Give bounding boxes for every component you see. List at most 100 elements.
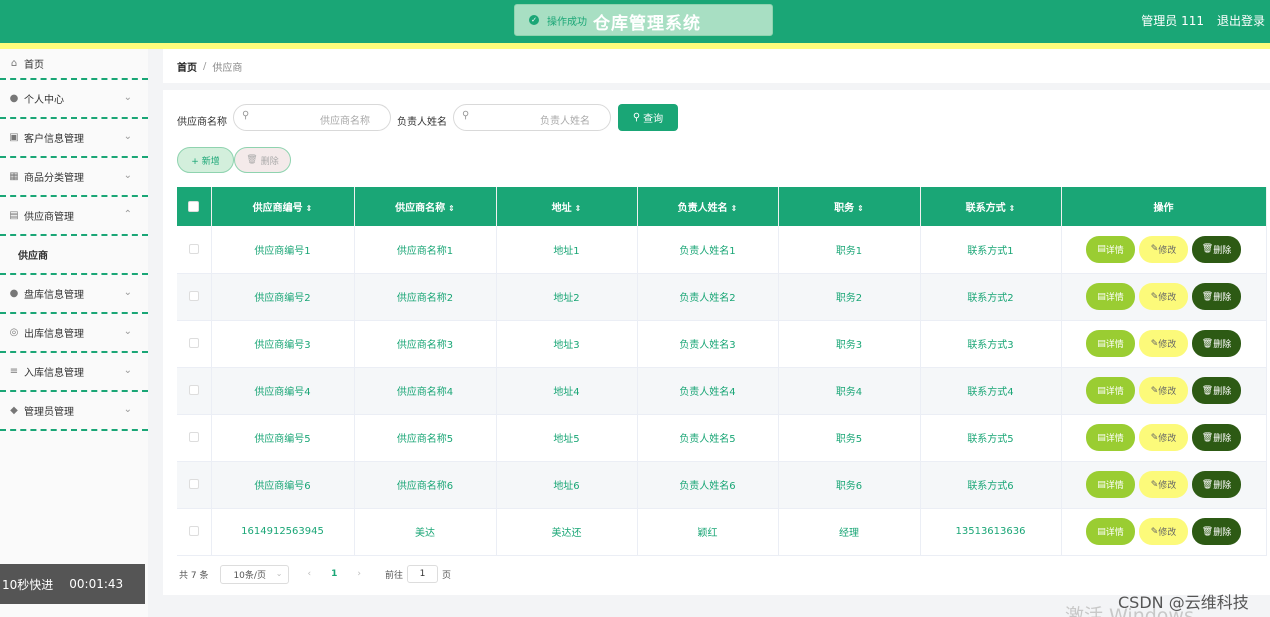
- row-checkbox[interactable]: [188, 432, 199, 442]
- row-checkbox[interactable]: [188, 243, 199, 254]
- detail-button[interactable]: ▤ 详情: [1086, 518, 1135, 545]
- search-icon: ⚲: [462, 110, 470, 121]
- edit-button[interactable]: ✎ 修改: [1139, 330, 1188, 357]
- sort-icon[interactable]: ⇕: [731, 204, 738, 213]
- cell-id: 供应商编号3: [211, 320, 355, 368]
- sort-icon[interactable]: ⇕: [575, 204, 582, 213]
- edit-button[interactable]: ✎ 修改: [1139, 471, 1188, 498]
- detail-button[interactable]: ▤ 详情: [1086, 283, 1135, 310]
- sidebar-subitem-supplier[interactable]: 供应商: [0, 236, 148, 275]
- supplier-name-placeholder: 供应商名称: [320, 116, 370, 127]
- edit-button[interactable]: ✎ 修改: [1139, 518, 1188, 545]
- chevron-down-icon: ⌄: [123, 170, 132, 181]
- cell-id: 供应商编号2: [211, 273, 355, 321]
- delete-button[interactable]: 🗑 删除: [1192, 235, 1241, 263]
- page-number[interactable]: 1: [331, 569, 337, 579]
- row-checkbox[interactable]: [188, 526, 199, 536]
- sidebar-item-customers[interactable]: ▣ 客户信息管理 ⌄: [0, 119, 148, 158]
- detail-button[interactable]: ▤ 详情: [1086, 424, 1135, 451]
- cell-id: 供应商编号4: [211, 367, 355, 415]
- delete-button[interactable]: 🗑 删除: [1192, 377, 1241, 404]
- sidebar-item-label: 盘库信息管理: [24, 290, 84, 301]
- row-checkbox[interactable]: [188, 479, 199, 489]
- person-name-input[interactable]: ⚲ 负责人姓名: [453, 104, 611, 131]
- sidebar-item-supplier-management[interactable]: ▤ 供应商管理 ⌃: [0, 197, 148, 236]
- select-all-header[interactable]: [177, 187, 212, 226]
- cell-name: 供应商名称6: [354, 461, 497, 509]
- delete-button[interactable]: 🗑 删除: [1192, 424, 1241, 451]
- select-all-checkbox[interactable]: [188, 200, 200, 212]
- total-count: 共 7 条: [179, 570, 209, 581]
- sort-icon[interactable]: ⇕: [1009, 204, 1016, 213]
- add-button[interactable]: + 新增: [177, 147, 234, 173]
- chevron-down-icon: ⌄: [123, 287, 132, 298]
- table-row: 供应商编号6 供应商名称6 地址6 负责人姓名6 职务6 联系方式6 ▤ 详情 ✎…: [177, 461, 1267, 509]
- detail-button[interactable]: ▤ 详情: [1086, 235, 1135, 263]
- cell-address: 地址4: [496, 367, 638, 415]
- column-header[interactable]: 供应商名称 ⇕: [354, 187, 497, 226]
- edit-button[interactable]: ✎ 修改: [1139, 424, 1188, 451]
- playback-time: 00:01:43: [69, 577, 124, 591]
- batch-delete-button[interactable]: 🗑 删除: [234, 147, 291, 173]
- delete-button[interactable]: 🗑 删除: [1192, 471, 1241, 498]
- sidebar-item-inbound[interactable]: ≡ 入库信息管理 ⌄: [0, 353, 148, 392]
- home-icon: ⌂: [10, 58, 18, 69]
- cell-contact: 联系方式1: [920, 226, 1062, 274]
- chevron-down-icon: ⌄: [123, 365, 132, 376]
- page-suffix: 页: [441, 570, 451, 581]
- chevron-down-icon: ⌄: [123, 92, 132, 103]
- cell-position: 职务5: [778, 414, 921, 462]
- supplier-name-input[interactable]: ⚲ 供应商名称: [233, 104, 391, 131]
- sidebar-item-profile[interactable]: ● 个人中心 ⌄: [0, 80, 148, 119]
- edit-button[interactable]: ✎ 修改: [1139, 283, 1188, 310]
- sidebar-item-label: 客户信息管理: [24, 134, 84, 145]
- column-header[interactable]: 供应商编号 ⇕: [211, 187, 355, 226]
- breadcrumb-home[interactable]: 首页: [177, 59, 197, 74]
- detail-button[interactable]: ▤ 详情: [1086, 330, 1135, 357]
- sidebar-item-label: 供应商管理: [24, 212, 74, 223]
- column-header[interactable]: 负责人姓名 ⇕: [637, 187, 779, 226]
- edit-button[interactable]: ✎ 修改: [1139, 235, 1188, 263]
- row-checkbox[interactable]: [188, 291, 199, 301]
- sort-icon[interactable]: ⇕: [448, 204, 455, 213]
- cell-position: 经理: [778, 508, 921, 556]
- sidebar: ⌂ 首页 ● 个人中心 ⌄ ▣ 客户信息管理 ⌄ ▦ 商品分类管理 ⌄ ▤ 供应…: [0, 49, 148, 617]
- sidebar-item-label: 出库信息管理: [24, 329, 84, 340]
- prev-page-button[interactable]: ‹: [307, 569, 311, 579]
- goto-label: 前往: [384, 570, 403, 581]
- sidebar-item-outbound[interactable]: ◎ 出库信息管理 ⌄: [0, 314, 148, 353]
- cell-name: 供应商名称4: [354, 367, 497, 415]
- sort-icon[interactable]: ⇕: [857, 204, 864, 213]
- sidebar-item-label: 入库信息管理: [24, 368, 84, 379]
- next-page-button[interactable]: ›: [357, 569, 361, 579]
- pin-icon: ◆: [10, 405, 18, 416]
- sidebar-item-home[interactable]: ⌂ 首页: [0, 49, 148, 80]
- cell-person: 负责人姓名1: [637, 226, 779, 274]
- sidebar-item-inventory[interactable]: ● 盘库信息管理 ⌄: [0, 275, 148, 314]
- sidebar-item-admins[interactable]: ◆ 管理员管理 ⌄: [0, 392, 148, 431]
- chevron-down-icon: ⌄: [275, 568, 283, 578]
- logout-link[interactable]: 退出登录: [1217, 12, 1265, 29]
- goto-page-input[interactable]: 1: [406, 565, 438, 583]
- column-header[interactable]: 职务 ⇕: [778, 187, 921, 226]
- list-icon: ≡: [9, 366, 19, 377]
- table-row: 供应商编号4 供应商名称4 地址4 负责人姓名4 职务4 联系方式4 ▤ 详情 ✎…: [177, 367, 1267, 415]
- cell-contact: 联系方式6: [920, 461, 1062, 509]
- column-header[interactable]: 地址 ⇕: [496, 187, 638, 226]
- row-checkbox[interactable]: [188, 338, 199, 348]
- row-checkbox[interactable]: [188, 385, 199, 395]
- page-size-select[interactable]: 10条/页 ⌄: [220, 564, 290, 584]
- sort-icon[interactable]: ⇕: [306, 204, 313, 213]
- sidebar-item-label: 个人中心: [24, 95, 64, 106]
- column-header[interactable]: 联系方式 ⇕: [920, 187, 1062, 226]
- delete-button[interactable]: 🗑 删除: [1192, 330, 1241, 357]
- document-icon: ▤: [9, 210, 19, 221]
- detail-button[interactable]: ▤ 详情: [1086, 377, 1135, 404]
- delete-button[interactable]: 🗑 删除: [1192, 518, 1241, 545]
- delete-button[interactable]: 🗑 删除: [1192, 283, 1241, 310]
- detail-button[interactable]: ▤ 详情: [1086, 471, 1135, 498]
- edit-button[interactable]: ✎ 修改: [1139, 377, 1188, 404]
- query-button[interactable]: ⚲ 查询: [618, 104, 678, 131]
- sidebar-item-categories[interactable]: ▦ 商品分类管理 ⌄: [0, 158, 148, 197]
- fast-forward-label[interactable]: 10秒快进: [2, 576, 53, 593]
